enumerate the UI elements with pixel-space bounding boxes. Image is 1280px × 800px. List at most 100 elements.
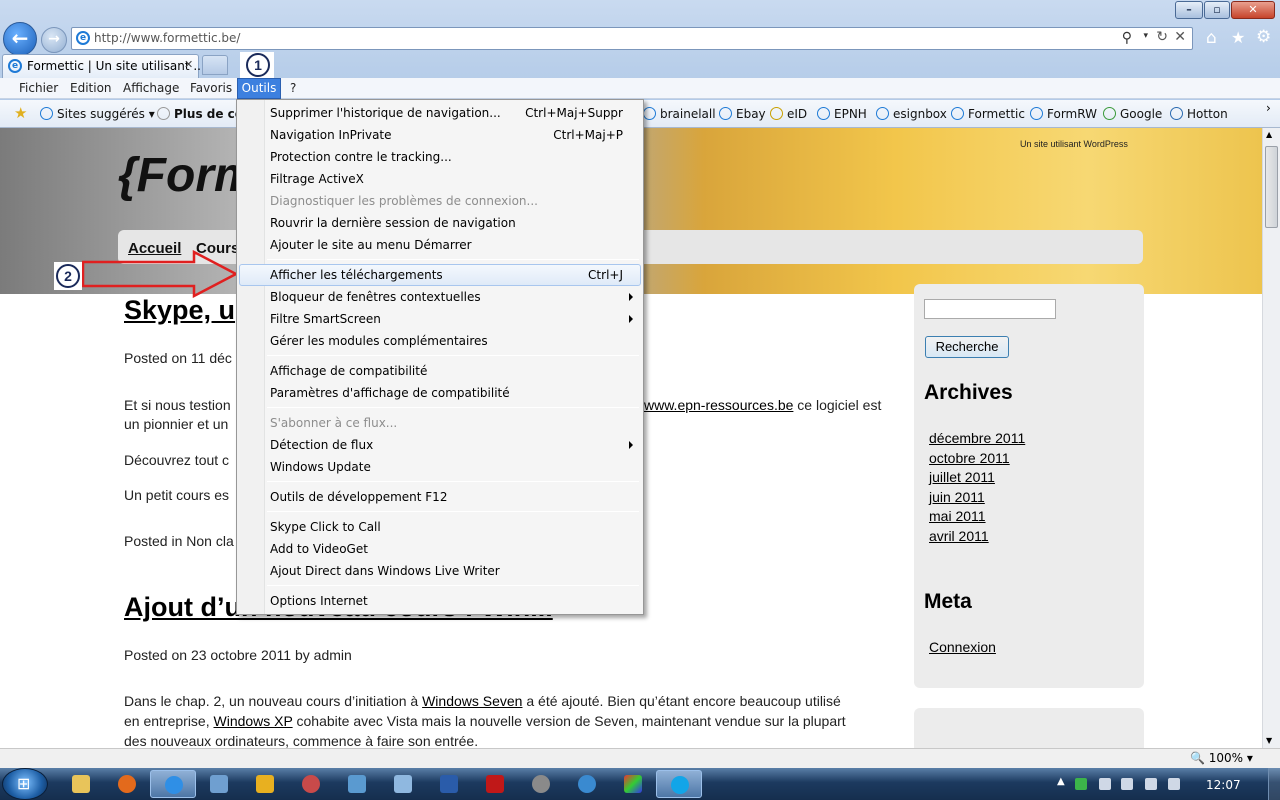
fav-label: esignbox: [893, 107, 947, 121]
signal-icon[interactable]: [1145, 778, 1157, 790]
archive-link[interactable]: juin 2011: [929, 489, 985, 505]
taskbar-acrobat[interactable]: [472, 770, 518, 798]
firefox-icon: [118, 775, 136, 793]
menu-edition[interactable]: Edition: [70, 81, 112, 95]
fav-item-epnh[interactable]: EPNH: [817, 107, 867, 121]
taskbar-clock[interactable]: 12:07: [1206, 778, 1241, 792]
menu-item-inprivate[interactable]: Navigation InPrivate: [270, 128, 392, 142]
scroll-down-icon[interactable]: ▼: [1266, 736, 1272, 745]
search-input[interactable]: [924, 299, 1056, 319]
post-link[interactable]: Windows XP: [214, 713, 293, 729]
menu-item-add-to-start[interactable]: Ajouter le site au menu Démarrer: [270, 238, 472, 252]
fav-item-formettic[interactable]: Formettic: [951, 107, 1025, 121]
taskbar-paint[interactable]: [610, 770, 656, 798]
search-icon[interactable]: ⚲: [1122, 30, 1132, 46]
zoom-level[interactable]: 🔍 100% ▾: [1190, 751, 1253, 765]
maximize-button[interactable]: ▫: [1204, 1, 1230, 19]
back-button[interactable]: ←: [3, 22, 37, 56]
fav-item-ebay[interactable]: Ebay: [719, 107, 766, 121]
menu-item-popup-blocker[interactable]: Bloqueur de fenêtres contextuelles: [270, 290, 481, 304]
folder-icon: [72, 775, 90, 793]
refresh-icon[interactable]: ↻: [1156, 29, 1168, 45]
scrollbar-thumb[interactable]: [1265, 146, 1278, 228]
taskbar-word[interactable]: [426, 770, 472, 798]
post-title[interactable]: Skype, u: [124, 295, 235, 326]
annotation-arrow: [82, 250, 239, 298]
chevron-right-icon[interactable]: ›: [1266, 101, 1271, 115]
favorites-star-icon[interactable]: ★: [1231, 28, 1245, 47]
fav-suggested-sites[interactable]: Sites suggérés ▾: [40, 107, 155, 121]
menu-item-manage-addons[interactable]: Gérer les modules complémentaires: [270, 334, 488, 348]
taskbar-app[interactable]: [196, 770, 242, 798]
menu-fichier[interactable]: Fichier: [19, 81, 58, 95]
fav-item-hotton[interactable]: Hotton: [1170, 107, 1228, 121]
taskbar-app[interactable]: [564, 770, 610, 798]
menu-item-live-writer[interactable]: Ajout Direct dans Windows Live Writer: [270, 564, 500, 578]
menu-item-windows-update[interactable]: Windows Update: [270, 460, 371, 474]
taskbar-firefox[interactable]: [104, 770, 150, 798]
new-tab-button[interactable]: [202, 55, 228, 75]
scroll-up-icon[interactable]: ▲: [1266, 130, 1272, 139]
show-desktop-button[interactable]: [1268, 768, 1280, 800]
menu-item-internet-options[interactable]: Options Internet: [270, 594, 368, 608]
menu-item-dev-tools[interactable]: Outils de développement F12: [270, 490, 447, 504]
menu-item-view-downloads[interactable]: Afficher les téléchargements: [270, 268, 443, 282]
fav-item-formrw[interactable]: FormRW: [1030, 107, 1097, 121]
google-icon: [1103, 107, 1116, 120]
fav-more[interactable]: Plus de co: [157, 107, 243, 121]
flag-icon[interactable]: [1099, 778, 1111, 790]
post-link[interactable]: Windows Seven: [422, 693, 522, 709]
taskbar-skype[interactable]: [656, 770, 702, 798]
login-link[interactable]: Connexion: [929, 639, 996, 655]
post-link[interactable]: www.epn-ressources.be: [644, 397, 793, 413]
menu-affichage[interactable]: Affichage: [123, 81, 179, 95]
menu-item-activex-filtering[interactable]: Filtrage ActiveX: [270, 172, 364, 186]
archive-link[interactable]: décembre 2011: [929, 430, 1025, 446]
tray-expand-icon[interactable]: ▲: [1057, 776, 1065, 787]
menu-item-smartscreen[interactable]: Filtre SmartScreen: [270, 312, 381, 326]
archive-link[interactable]: avril 2011: [929, 528, 989, 544]
search-button[interactable]: Recherche: [925, 336, 1009, 358]
taskbar-ie[interactable]: [150, 770, 196, 798]
fav-item-brainelall[interactable]: brainelall: [643, 107, 716, 121]
archive-link[interactable]: juillet 2011: [929, 469, 995, 485]
close-button[interactable]: ✕: [1231, 1, 1275, 19]
menu-favoris[interactable]: Favoris: [190, 81, 232, 95]
dropdown-icon[interactable]: ▾: [1143, 31, 1148, 41]
menu-item-reopen-session[interactable]: Rouvrir la dernière session de navigatio…: [270, 216, 516, 230]
power-icon[interactable]: [1121, 778, 1133, 790]
stop-icon[interactable]: ✕: [1174, 29, 1186, 45]
menu-help[interactable]: ?: [290, 81, 296, 95]
menu-item-skype-click-to-call[interactable]: Skype Click to Call: [270, 520, 381, 534]
forward-button[interactable]: →: [41, 27, 67, 53]
fav-item-esignbox[interactable]: esignbox: [876, 107, 947, 121]
favorites-star-icon[interactable]: ★: [14, 104, 27, 122]
taskbar-media[interactable]: [242, 770, 288, 798]
fav-item-google[interactable]: Google: [1103, 107, 1162, 121]
archive-link[interactable]: octobre 2011: [929, 450, 1010, 466]
tools-gear-icon[interactable]: ⚙: [1256, 27, 1271, 47]
tab-close-icon[interactable]: ✕: [184, 58, 193, 71]
taskbar-app[interactable]: [380, 770, 426, 798]
taskbar-explorer[interactable]: [58, 770, 104, 798]
menu-item-feed-discovery[interactable]: Détection de flux: [270, 438, 373, 452]
home-icon[interactable]: ⌂: [1206, 28, 1217, 48]
menu-item-tracking-protection[interactable]: Protection contre le tracking...: [270, 150, 452, 164]
menu-item-videoget[interactable]: Add to VideoGet: [270, 542, 368, 556]
address-bar[interactable]: e http://www.formettic.be/ ⚲ ▾ ↻ ✕: [71, 27, 1193, 50]
menu-item-compat-settings[interactable]: Paramètres d'affichage de compatibilité: [270, 386, 510, 400]
network-icon[interactable]: [1075, 778, 1087, 790]
menu-separator: [267, 511, 639, 512]
taskbar-app[interactable]: [334, 770, 380, 798]
minimize-button[interactable]: –: [1175, 1, 1203, 19]
menu-item-clear-history[interactable]: Supprimer l'historique de navigation...: [270, 106, 501, 120]
taskbar-app[interactable]: [518, 770, 564, 798]
archive-link[interactable]: mai 2011: [929, 508, 986, 524]
fav-item-eid[interactable]: eID: [770, 107, 807, 121]
menu-item-compat-view[interactable]: Affichage de compatibilité: [270, 364, 427, 378]
browser-tab[interactable]: e Formettic | Un site utilisant ... ✕: [2, 54, 205, 78]
post-text: en entreprise,: [124, 713, 214, 729]
volume-icon[interactable]: [1168, 778, 1180, 790]
taskbar-app[interactable]: [288, 770, 334, 798]
menu-outils[interactable]: Outils: [237, 78, 281, 99]
